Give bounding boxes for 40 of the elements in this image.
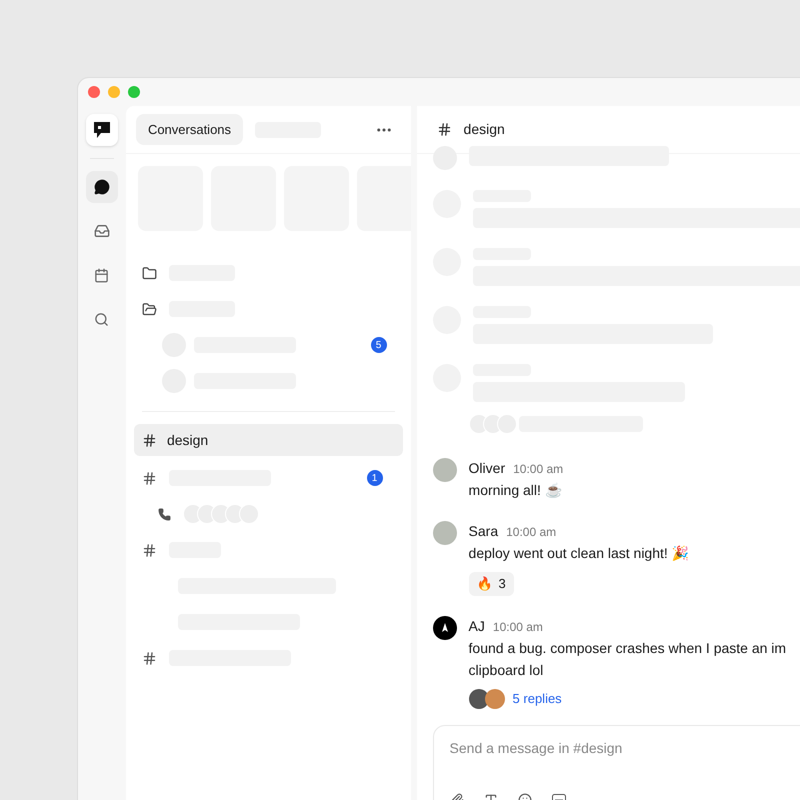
- close-window-button[interactable]: [88, 86, 100, 98]
- message-time: 10:00 am: [492, 618, 543, 636]
- chat-bubble-icon: [94, 179, 110, 195]
- message-composer[interactable]: Send a message in #design: [432, 724, 800, 800]
- reaction-chip[interactable]: 🔥 3: [468, 572, 514, 596]
- avatar-photo-placeholder: [468, 688, 489, 708]
- conversations-nav-button[interactable]: [86, 171, 118, 203]
- avatar-photo-placeholder: [484, 688, 505, 708]
- hash-icon: [142, 432, 157, 448]
- channel-title: design: [464, 120, 505, 139]
- author-name: AJ: [468, 616, 485, 636]
- app-logo[interactable]: [86, 114, 118, 146]
- message-text: morning all! ☕: [468, 481, 563, 500]
- folder-icon: [142, 302, 157, 316]
- folder-icon: [142, 266, 157, 280]
- message-text: deploy went out clean last night! 🎉: [468, 544, 689, 563]
- hash-icon: [142, 470, 157, 486]
- phone-icon: [158, 508, 171, 520]
- hash-icon: [142, 542, 157, 558]
- author-name: Sara: [468, 522, 498, 541]
- author-name: Oliver: [468, 459, 506, 478]
- locked-hash-icon: [142, 650, 157, 666]
- unread-badge: 5: [370, 337, 387, 353]
- hash-icon: [436, 122, 452, 137]
- replies-link[interactable]: 5 replies: [512, 688, 562, 708]
- message-time: 10:00 am: [513, 461, 564, 478]
- message-input[interactable]: Send a message in #design: [450, 738, 800, 758]
- message-text: clipboard lol: [468, 660, 544, 680]
- search-icon: [94, 312, 110, 326]
- channel-name: design: [166, 430, 208, 450]
- avatar-photo-placeholder: [432, 458, 457, 482]
- message-time: 10:00 am: [506, 524, 556, 541]
- channel-item[interactable]: design: [134, 424, 403, 456]
- avatar-photo-placeholder: [432, 521, 457, 545]
- calendar-icon: [94, 268, 110, 282]
- inbox-icon: [94, 223, 110, 239]
- speech-square-logo-icon: [92, 121, 111, 139]
- conversations-tab[interactable]: Conversations: [136, 114, 244, 146]
- message-text: found a bug. composer crashes when I paste an im: [468, 638, 786, 658]
- unread-badge: 1: [366, 470, 383, 486]
